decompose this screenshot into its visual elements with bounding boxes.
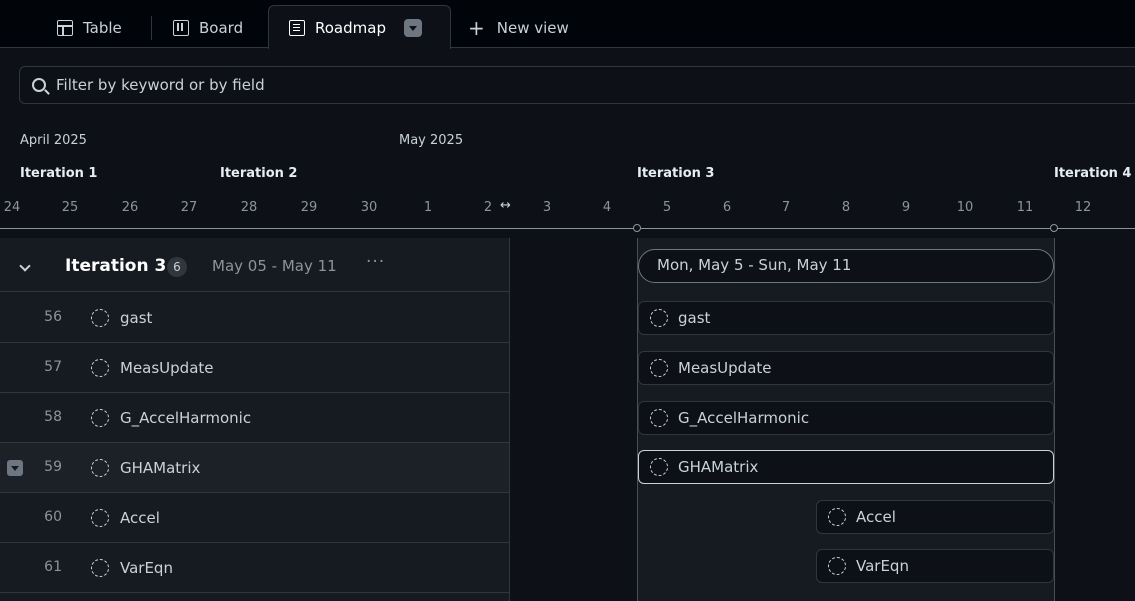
tab-table[interactable]: Table xyxy=(57,8,122,48)
roadmap-bar[interactable]: G_AccelHarmonic xyxy=(638,401,1054,435)
draft-status-icon xyxy=(91,559,109,577)
group-title: Iteration 3 xyxy=(65,256,167,276)
day-label: 10 xyxy=(956,200,974,215)
draft-status-icon xyxy=(91,509,109,527)
draft-status-icon xyxy=(650,409,668,427)
draft-status-icon xyxy=(828,557,846,575)
day-label: 30 xyxy=(360,200,378,215)
draft-status-icon xyxy=(91,409,109,427)
tab-roadmap-label: Roadmap xyxy=(315,18,386,37)
day-label: 29 xyxy=(300,200,318,215)
iteration-label-3: Iteration 3 xyxy=(637,166,715,181)
day-label: 8 xyxy=(841,200,851,215)
draft-status-icon xyxy=(91,459,109,477)
resize-handle-icon[interactable]: ↔ xyxy=(500,198,511,213)
iteration-label-1: Iteration 1 xyxy=(20,166,98,181)
tab-table-label: Table xyxy=(83,19,122,37)
item-number: 57 xyxy=(44,359,62,375)
roadmap-bar[interactable]: MeasUpdate xyxy=(638,351,1054,385)
bar-title: VarEqn xyxy=(856,557,909,575)
draft-status-icon xyxy=(650,458,668,476)
search-icon xyxy=(32,78,46,92)
item-title[interactable]: MeasUpdate xyxy=(120,359,214,377)
day-label: 27 xyxy=(180,200,198,215)
roadmap-bar[interactable]: Accel xyxy=(816,500,1054,534)
timeline-axis xyxy=(0,228,1135,229)
tab-roadmap[interactable]: Roadmap xyxy=(268,5,451,49)
item-title[interactable]: gast xyxy=(120,309,152,327)
roadmap-bar[interactable]: gast xyxy=(638,301,1054,335)
bar-title: MeasUpdate xyxy=(678,359,772,377)
item-number: 59 xyxy=(44,459,62,475)
day-label: 12 xyxy=(1074,200,1092,215)
draft-status-icon xyxy=(650,309,668,327)
iteration-range-pill[interactable]: Mon, May 5 - Sun, May 11 xyxy=(638,249,1054,283)
board-icon xyxy=(173,20,189,36)
table-row[interactable]: 59 GHAMatrix xyxy=(0,443,509,493)
iteration-marker-icon xyxy=(1050,224,1058,232)
filter-bar[interactable] xyxy=(19,66,1135,104)
iteration-label-2: Iteration 2 xyxy=(220,166,298,181)
day-label: 9 xyxy=(901,200,911,215)
item-number: 56 xyxy=(44,309,62,325)
item-title[interactable]: Accel xyxy=(120,509,160,527)
day-label: 3 xyxy=(542,200,552,215)
pane-divider[interactable] xyxy=(509,238,510,601)
bar-title: GHAMatrix xyxy=(678,458,759,476)
roadmap-icon xyxy=(289,19,305,36)
item-number: 58 xyxy=(44,409,62,425)
day-label: 28 xyxy=(240,200,258,215)
filter-input[interactable] xyxy=(56,76,656,94)
table-row[interactable]: 61 VarEqn xyxy=(0,543,509,593)
day-label: 2 xyxy=(483,200,493,215)
table-row[interactable]: 57 MeasUpdate xyxy=(0,343,509,393)
day-label: 25 xyxy=(61,200,79,215)
item-title[interactable]: G_AccelHarmonic xyxy=(120,409,251,427)
roadmap-bar[interactable]: VarEqn xyxy=(816,549,1054,583)
more-options-button[interactable]: ··· xyxy=(366,252,385,272)
table-row[interactable]: 60 Accel xyxy=(0,493,509,543)
day-label: 1 xyxy=(423,200,433,215)
bar-title: G_AccelHarmonic xyxy=(678,409,810,427)
new-view-label: New view xyxy=(496,19,569,37)
iteration-marker-icon xyxy=(633,224,641,232)
view-tabs-bar: Table Board Roadmap + New view xyxy=(0,0,1135,49)
draft-status-icon xyxy=(91,359,109,377)
item-number: 61 xyxy=(44,559,62,575)
item-title[interactable]: VarEqn xyxy=(120,559,173,577)
tab-separator xyxy=(151,16,152,40)
day-label: 4 xyxy=(602,200,612,215)
day-label: 7 xyxy=(781,200,791,215)
item-number: 60 xyxy=(44,509,62,525)
month-label-may: May 2025 xyxy=(399,133,464,148)
roadmap-bar-selected[interactable]: GHAMatrix xyxy=(638,450,1054,484)
tab-board[interactable]: Board xyxy=(173,8,243,48)
group-dates: May 05 - May 11 xyxy=(212,257,337,275)
day-label: 6 xyxy=(722,200,732,215)
day-label: 11 xyxy=(1016,200,1034,215)
item-count-badge: 6 xyxy=(167,257,187,277)
table-icon xyxy=(57,20,73,36)
table-row[interactable]: 58 G_AccelHarmonic xyxy=(0,393,509,443)
iteration-label-4: Iteration 4 xyxy=(1054,166,1132,181)
day-label: 5 xyxy=(662,200,672,215)
month-label-april: April 2025 xyxy=(20,133,87,148)
day-label: 24 xyxy=(3,200,21,215)
row-menu-button[interactable] xyxy=(7,460,23,476)
plus-icon: + xyxy=(468,16,485,40)
item-title[interactable]: GHAMatrix xyxy=(120,459,200,477)
draft-status-icon xyxy=(828,508,846,526)
table-row[interactable]: 56 gast xyxy=(0,293,509,343)
draft-status-icon xyxy=(91,309,109,327)
draft-status-icon xyxy=(650,359,668,377)
bar-title: gast xyxy=(678,309,711,327)
new-view-button[interactable]: + New view xyxy=(468,8,569,48)
view-options-dropdown[interactable] xyxy=(403,18,422,37)
tab-board-label: Board xyxy=(199,19,244,37)
bar-title: Accel xyxy=(856,508,896,526)
day-label: 26 xyxy=(121,200,139,215)
